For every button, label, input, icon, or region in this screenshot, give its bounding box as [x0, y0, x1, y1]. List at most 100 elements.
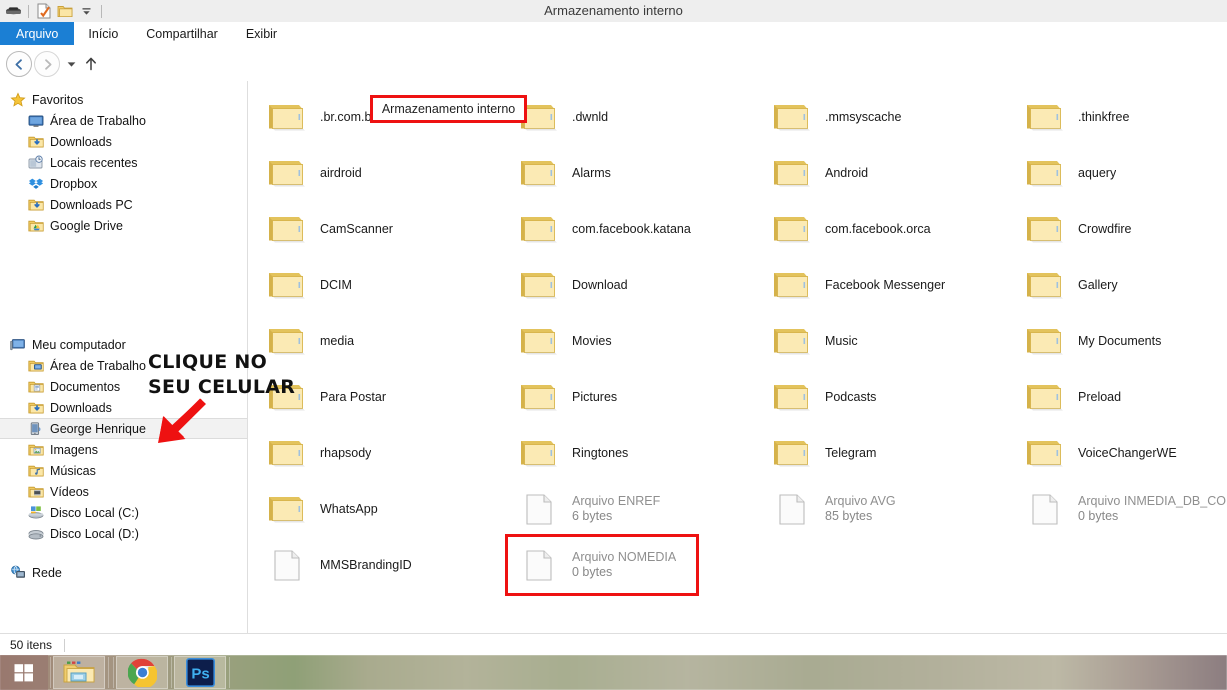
sidebar-item-documentos[interactable]: Documentos — [0, 376, 247, 397]
file-item[interactable]: Facebook Messenger — [761, 257, 1011, 313]
file-item[interactable]: Alarms — [508, 145, 758, 201]
file-item[interactable]: .thinkfree — [1014, 89, 1227, 145]
file-item[interactable]: media — [256, 313, 506, 369]
forward-button[interactable] — [34, 51, 60, 77]
music-folder-icon — [28, 463, 44, 479]
taskbar-divider-3 — [113, 657, 114, 688]
system-drive-icon — [28, 505, 44, 521]
file-list-pane[interactable]: .br.com.brainweb.ifood airdroid CamScann… — [248, 81, 1227, 633]
file-item[interactable]: Ringtones — [508, 425, 758, 481]
file-item[interactable]: Android — [761, 145, 1011, 201]
file-item[interactable]: Preload — [1014, 369, 1227, 425]
file-item-nomedia-highlighted[interactable]: Arquivo NOMEDIA 0 bytes — [505, 534, 699, 596]
start-button[interactable] — [0, 655, 48, 690]
sidebar-item-videos[interactable]: Vídeos — [0, 481, 247, 502]
sidebar-item-musicas[interactable]: Músicas — [0, 460, 247, 481]
document-icon — [1022, 486, 1068, 532]
sidebar-group-rede[interactable]: Rede — [0, 562, 247, 583]
file-item[interactable]: rhapsody — [256, 425, 506, 481]
sidebar-item-downloads[interactable]: Downloads — [0, 397, 247, 418]
file-name: com.facebook.orca — [825, 221, 931, 236]
file-item[interactable]: com.facebook.orca — [761, 201, 1011, 257]
sidebar-item-disco-local-c[interactable]: Disco Local (C:) — [0, 502, 247, 523]
folder-icon — [1022, 318, 1068, 364]
file-item[interactable]: Gallery — [1014, 257, 1227, 313]
file-item[interactable]: Podcasts — [761, 369, 1011, 425]
sidebar-group-meu-computador[interactable]: Meu computador — [0, 334, 247, 355]
file-item[interactable]: .mmsyscache — [761, 89, 1011, 145]
status-bar: 50 itens — [0, 633, 1227, 656]
file-item[interactable]: aquery — [1014, 145, 1227, 201]
sidebar-item-disco-local-d[interactable]: Disco Local (D:) — [0, 523, 247, 544]
file-item[interactable]: WhatsApp — [256, 481, 506, 537]
file-item[interactable]: Telegram — [761, 425, 1011, 481]
up-button[interactable] — [82, 53, 100, 75]
file-column-1: .br.com.brainweb.ifood airdroid CamScann… — [256, 89, 506, 593]
sidebar-item-label: George Henrique — [50, 421, 146, 436]
chrome-button[interactable] — [116, 656, 168, 689]
file-item[interactable]: com.facebook.katana — [508, 201, 758, 257]
file-size: 85 bytes — [825, 509, 873, 523]
file-item[interactable]: My Documents — [1014, 313, 1227, 369]
sidebar-item-imagens[interactable]: Imagens — [0, 439, 247, 460]
downloads-folder-icon — [28, 134, 44, 150]
file-size: 0 bytes — [1078, 509, 1119, 523]
sidebar-item-downloads-fav[interactable]: Downloads — [0, 131, 247, 152]
title-bar: Armazenamento interno — [0, 0, 1227, 23]
downloads-folder-icon — [28, 197, 44, 213]
file-name: Android — [825, 165, 869, 180]
sidebar-item-dropbox[interactable]: Dropbox — [0, 173, 247, 194]
folder-icon — [516, 374, 562, 420]
file-item[interactable]: VoiceChangerWE — [1014, 425, 1227, 481]
file-item[interactable]: MMSBrandingID — [256, 537, 506, 593]
tab-arquivo[interactable]: Arquivo — [0, 22, 75, 45]
tab-inicio[interactable]: Início — [74, 22, 132, 45]
photoshop-button[interactable]: Ps — [174, 656, 226, 689]
desktop-folder-icon — [28, 358, 44, 374]
file-item[interactable]: DCIM — [256, 257, 506, 313]
file-item[interactable]: Arquivo INMEDIA_DB_COM 0 bytes — [1014, 481, 1227, 537]
file-item[interactable]: Download — [508, 257, 758, 313]
file-name: CamScanner — [320, 221, 393, 236]
back-button[interactable] — [6, 51, 32, 77]
file-name: Arquivo INMEDIA_DB_COM — [1078, 494, 1227, 508]
file-name: Telegram — [825, 445, 877, 460]
file-name: MMSBrandingID — [320, 557, 412, 572]
file-item[interactable]: Pictures — [508, 369, 758, 425]
folder-icon — [1022, 150, 1068, 196]
file-name-with-size: Arquivo INMEDIA_DB_COM 0 bytes — [1078, 494, 1227, 524]
tab-compartilhar[interactable]: Compartilhar — [132, 22, 232, 45]
sidebar-item-downloads-pc[interactable]: Downloads PC — [0, 194, 247, 215]
folder-icon — [264, 374, 310, 420]
file-item[interactable]: CamScanner — [256, 201, 506, 257]
file-item[interactable]: Crowdfire — [1014, 201, 1227, 257]
phone-device-icon — [28, 421, 44, 437]
sidebar-group-favoritos[interactable]: Favoritos — [0, 89, 247, 110]
sidebar-item-area-de-trabalho[interactable]: Área de Trabalho — [0, 355, 247, 376]
file-item[interactable]: .dwnld — [508, 89, 758, 145]
tab-exibir[interactable]: Exibir — [232, 22, 291, 45]
folder-icon — [516, 430, 562, 476]
file-item[interactable]: Movies — [508, 313, 758, 369]
sidebar-item-label: Imagens — [50, 442, 98, 457]
file-name: .mmsyscache — [825, 109, 902, 124]
file-name-with-size: Arquivo NOMEDIA 0 bytes — [572, 550, 676, 580]
file-item[interactable]: airdroid — [256, 145, 506, 201]
sidebar-item-george-henrique[interactable]: George Henrique — [0, 418, 247, 439]
sidebar-item-area-de-trabalho-fav[interactable]: Área de Trabalho — [0, 110, 247, 131]
taskbar-divider-5 — [229, 657, 230, 688]
file-name: media — [320, 333, 355, 348]
file-item[interactable]: Para Postar — [256, 369, 506, 425]
file-explorer-button[interactable] — [53, 656, 105, 689]
item-count-label: 50 itens — [10, 638, 53, 652]
sidebar-item-locais-recentes[interactable]: Locais recentes — [0, 152, 247, 173]
file-column-3: .mmsyscache Android com.facebook.orca Fa… — [761, 89, 1011, 537]
file-item[interactable]: Arquivo AVG 85 bytes — [761, 481, 1011, 537]
sidebar-item-google-drive[interactable]: Google Drive — [0, 215, 247, 236]
file-name: VoiceChangerWE — [1078, 445, 1177, 460]
file-item[interactable]: Music — [761, 313, 1011, 369]
file-item[interactable]: Arquivo ENREF 6 bytes — [508, 481, 758, 537]
breadcrumb-item-armazenamento-interno[interactable]: Armazenamento interno — [369, 95, 528, 123]
recent-locations-button[interactable] — [62, 53, 80, 75]
folder-icon — [1022, 206, 1068, 252]
